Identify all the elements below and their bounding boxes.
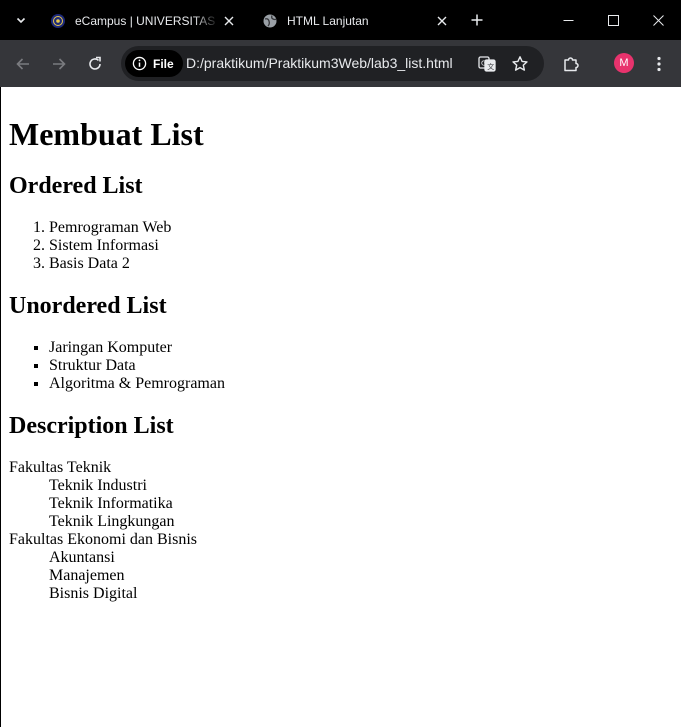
arrow-left-icon [16, 58, 29, 70]
ordered-list: Pemrograman Web Sistem Informasi Basis D… [9, 219, 673, 273]
tab-title: HTML Lanjutan [287, 14, 369, 28]
forward-button[interactable] [45, 50, 73, 78]
description-list-heading: Description List [9, 413, 174, 439]
tab-title: eCampus | UNIVERSITAS P [75, 14, 219, 28]
info-icon [132, 56, 147, 71]
address-bar[interactable]: File D:/praktikum/Praktikum3Web/lab3_lis… [121, 46, 544, 81]
description-definition: Teknik Informatika [49, 495, 173, 512]
close-window-button[interactable] [635, 0, 681, 40]
extensions-button[interactable] [557, 50, 585, 78]
tab-strip: eCampus | UNIVERSITAS P HTML Lanjutan [0, 0, 681, 40]
description-term: Fakultas Teknik [9, 459, 112, 476]
url-text[interactable]: D:/praktikum/Praktikum3Web/lab3_list.htm… [186, 46, 453, 81]
plus-icon [471, 14, 483, 26]
menu-button[interactable] [645, 50, 673, 78]
chip-label: File [153, 56, 174, 71]
arrow-right-icon [53, 58, 66, 70]
list-item: Algoritma & Pemrograman [49, 375, 673, 393]
globe-icon [262, 13, 278, 29]
description-definition: Bisnis Digital [49, 585, 138, 602]
new-tab-button[interactable] [465, 8, 489, 32]
site-info-chip[interactable]: File [125, 50, 183, 77]
minimize-button[interactable] [545, 0, 591, 40]
description-definition: Manajemen [49, 567, 125, 584]
ordered-list-heading: Ordered List [9, 173, 143, 199]
list-item: Sistem Informasi [49, 237, 673, 255]
list-item: Struktur Data [49, 357, 673, 375]
kebab-menu-icon [657, 56, 661, 72]
university-logo-icon [50, 13, 66, 29]
minimize-icon [563, 19, 573, 21]
list-item: Pemrograman Web [49, 219, 673, 237]
maximize-icon [607, 14, 619, 26]
chevron-down-icon [16, 17, 26, 24]
close-tab-icon[interactable] [432, 11, 452, 31]
list-item: Basis Data 2 [49, 255, 673, 273]
list-item: Jaringan Komputer [49, 339, 673, 357]
description-definition: Akuntansi [49, 549, 115, 566]
page-content: Membuat List Ordered List Pemrograman We… [1, 87, 681, 727]
translate-icon[interactable]: G 文 [476, 53, 498, 75]
browser-toolbar: File D:/praktikum/Praktikum3Web/lab3_lis… [0, 40, 681, 87]
bookmark-star-icon[interactable] [509, 53, 531, 75]
tab-html-lanjutan[interactable]: HTML Lanjutan [252, 2, 460, 40]
browser-window: eCampus | UNIVERSITAS P HTML Lanjutan Fi… [0, 0, 681, 727]
puzzle-icon [564, 57, 579, 72]
maximize-button[interactable] [590, 0, 636, 40]
description-term: Fakultas Ekonomi dan Bisnis [9, 531, 197, 548]
reload-button[interactable] [81, 50, 109, 78]
close-icon [652, 14, 664, 26]
profile-avatar[interactable]: M [614, 53, 634, 73]
reload-icon [89, 56, 101, 70]
unordered-list-heading: Unordered List [9, 293, 167, 319]
close-tab-icon[interactable] [219, 11, 239, 31]
unordered-list: Jaringan Komputer Struktur Data Algoritm… [9, 339, 673, 393]
svg-text:G: G [481, 60, 486, 68]
tab-search-button[interactable] [8, 7, 34, 33]
description-list: Fakultas Teknik Teknik Industri Teknik I… [9, 459, 673, 603]
description-definition: Teknik Lingkungan [49, 513, 175, 530]
svg-text:文: 文 [487, 62, 494, 71]
description-definition: Teknik Industri [49, 477, 147, 494]
tab-ecampus[interactable]: eCampus | UNIVERSITAS P [40, 2, 247, 40]
back-button[interactable] [9, 50, 37, 78]
page-title: Membuat List [9, 116, 204, 152]
